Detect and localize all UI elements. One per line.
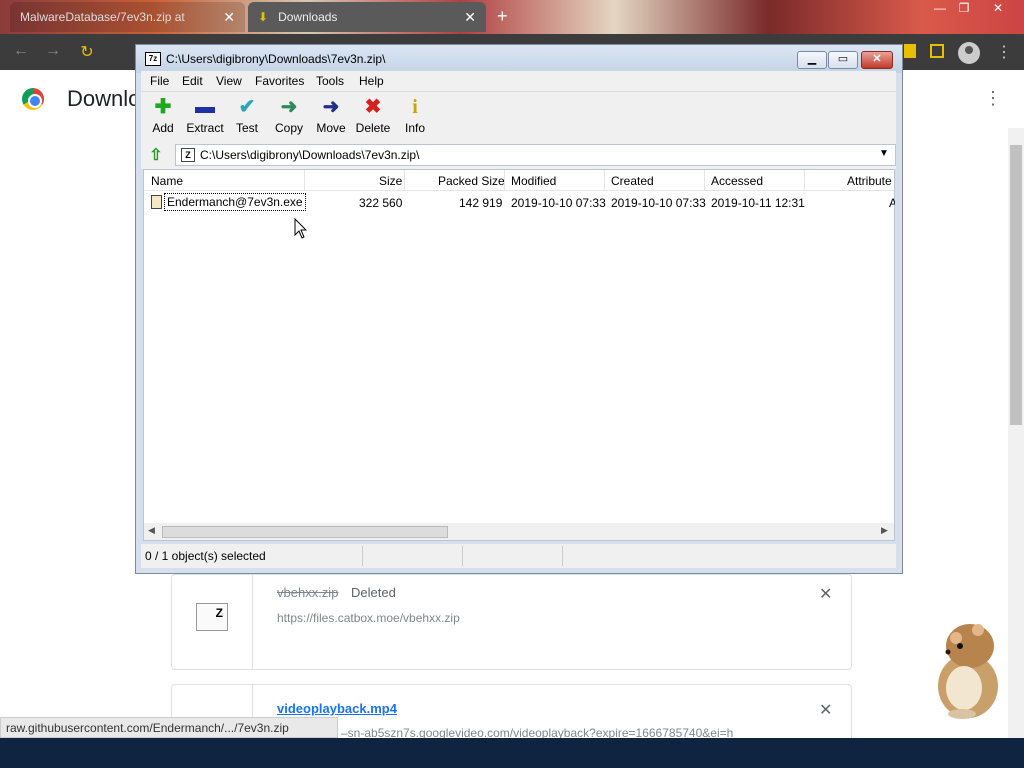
- delete-button[interactable]: ✖ Delete: [353, 96, 393, 135]
- close-tab-icon[interactable]: ✕: [223, 9, 235, 26]
- table-row-packed: 142 919: [459, 196, 503, 210]
- menu-edit[interactable]: Edit: [182, 74, 203, 88]
- page-scrollbar-thumb[interactable]: [1010, 145, 1022, 425]
- tab-label: Downloads: [278, 10, 338, 24]
- taskbar: [0, 738, 1024, 768]
- download-status: Deleted: [351, 585, 396, 600]
- download-card: [171, 574, 852, 670]
- column-accessed[interactable]: Accessed: [711, 174, 763, 188]
- link-status-bubble: raw.githubusercontent.com/Endermanch/...…: [0, 717, 338, 738]
- table-row-attr: A: [889, 196, 895, 210]
- check-icon: ✔: [238, 96, 256, 118]
- horizontal-scroll-thumb[interactable]: [162, 526, 448, 538]
- restore-window-icon[interactable]: ❐: [952, 1, 976, 17]
- download-tab-icon: ⬇: [258, 10, 269, 24]
- status-divider: [362, 546, 363, 566]
- close-tab-icon[interactable]: ✕: [464, 9, 476, 26]
- minimize-icon[interactable]: ▁: [797, 51, 827, 69]
- column-divider[interactable]: [304, 170, 305, 191]
- scroll-left-icon[interactable]: ◀: [148, 525, 155, 536]
- up-folder-icon[interactable]: ⇧: [145, 145, 167, 165]
- minimize-window-icon[interactable]: —: [928, 1, 952, 17]
- menu-help[interactable]: Help: [359, 74, 384, 88]
- chevron-down-icon[interactable]: ▼: [879, 148, 889, 159]
- hamster-desktop-pet[interactable]: [922, 616, 1006, 720]
- file-list: [143, 169, 895, 541]
- column-divider[interactable]: [604, 170, 605, 191]
- archive-icon: Z: [181, 148, 195, 162]
- chrome-logo-icon: [22, 88, 44, 110]
- arrow-right-blue-icon: ➜: [322, 96, 340, 118]
- menu-favorites[interactable]: Favorites: [255, 74, 304, 88]
- x-icon: ✖: [364, 96, 382, 118]
- column-divider[interactable]: [504, 170, 505, 191]
- page-menu-icon[interactable]: ⋮: [984, 88, 1002, 109]
- extension-icon[interactable]: [904, 44, 916, 58]
- 7zip-app-icon: 7z: [145, 52, 161, 66]
- download-filename[interactable]: vbehxx.zip: [277, 585, 338, 600]
- new-tab-button[interactable]: +: [497, 6, 508, 27]
- table-row-name[interactable]: Endermanch@7ev3n.exe: [164, 193, 306, 211]
- tab-downloads[interactable]: ⬇ Downloads ✕: [248, 2, 486, 32]
- column-attributes[interactable]: Attribute: [847, 174, 892, 188]
- exe-file-icon: [151, 195, 162, 209]
- mouse-cursor-icon: [294, 218, 308, 239]
- extract-button[interactable]: ▬ Extract: [185, 96, 225, 135]
- remove-download-icon[interactable]: ✕: [819, 584, 832, 604]
- zip-file-icon: Z: [196, 603, 228, 631]
- reload-icon[interactable]: ↻: [76, 42, 98, 62]
- info-button[interactable]: i Info: [395, 96, 435, 135]
- arrow-right-green-icon: ➜: [280, 96, 298, 118]
- column-created[interactable]: Created: [611, 174, 654, 188]
- column-divider[interactable]: [704, 170, 705, 191]
- test-button[interactable]: ✔ Test: [227, 96, 267, 135]
- page-title: Downlo: [67, 86, 141, 111]
- status-divider: [462, 546, 463, 566]
- maximize-icon[interactable]: ▭: [828, 51, 858, 69]
- table-row-accessed: 2019-10-11 12:31: [711, 196, 805, 210]
- side-panel-icon[interactable]: [930, 44, 944, 58]
- column-divider[interactable]: [804, 170, 805, 191]
- back-icon[interactable]: ←: [10, 42, 32, 60]
- menu-view[interactable]: View: [216, 74, 242, 88]
- tab-label: MalwareDatabase/7ev3n.zip at: [20, 10, 185, 24]
- address-text[interactable]: C:\Users\digibrony\Downloads\7ev3n.zip\: [200, 148, 419, 162]
- column-packed-size[interactable]: Packed Size: [438, 174, 505, 188]
- minus-icon: ▬: [195, 96, 215, 118]
- column-divider[interactable]: [404, 170, 405, 191]
- menu-file[interactable]: File: [150, 74, 169, 88]
- column-size[interactable]: Size: [379, 174, 402, 188]
- window-title: C:\Users\digibrony\Downloads\7ev3n.zip\: [166, 52, 386, 66]
- profile-avatar[interactable]: [958, 42, 980, 64]
- download-filename-link[interactable]: videoplayback.mp4: [277, 701, 397, 716]
- tab-malware-database[interactable]: MalwareDatabase/7ev3n.zip at ✕: [10, 2, 245, 32]
- table-row-size: 322 560: [359, 196, 403, 210]
- status-divider: [562, 546, 563, 566]
- browser-menu-icon[interactable]: ⋮: [996, 42, 1012, 62]
- plus-icon: ✚: [154, 96, 172, 118]
- download-url[interactable]: https://files.catbox.moe/vbehxx.zip: [277, 611, 460, 625]
- close-window-icon[interactable]: ✕: [986, 1, 1010, 17]
- info-icon: i: [412, 96, 418, 118]
- column-modified[interactable]: Modified: [511, 174, 556, 188]
- table-row-modified: 2019-10-10 07:33: [511, 196, 606, 210]
- table-row-created: 2019-10-10 07:33: [611, 196, 706, 210]
- close-icon[interactable]: ✕: [861, 51, 893, 69]
- forward-icon[interactable]: →: [42, 42, 64, 60]
- column-name[interactable]: Name: [151, 174, 183, 188]
- move-button[interactable]: ➜ Move: [311, 96, 351, 135]
- scroll-right-icon[interactable]: ▶: [881, 525, 888, 536]
- add-button[interactable]: ✚ Add: [143, 96, 183, 135]
- status-text: 0 / 1 object(s) selected: [145, 549, 266, 563]
- copy-button[interactable]: ➜ Copy: [269, 96, 309, 135]
- remove-download-icon[interactable]: ✕: [819, 700, 832, 720]
- menu-tools[interactable]: Tools: [316, 74, 344, 88]
